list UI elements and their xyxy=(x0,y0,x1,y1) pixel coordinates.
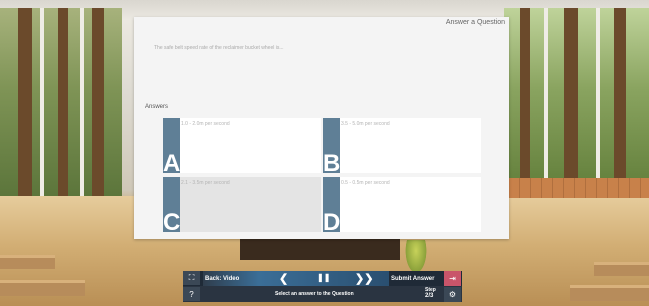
answer-text: 2.1 - 3.5m per second xyxy=(181,180,230,186)
panel-title: Answer a Question xyxy=(445,19,505,26)
bench-right-front xyxy=(570,285,649,301)
answer-letter: A xyxy=(163,150,181,177)
pause-icon[interactable]: ❚❚ xyxy=(317,273,330,282)
answer-text: 3.5 - 5.0m per second xyxy=(341,121,390,127)
answer-option-d[interactable]: D 0.5 - 0.5m per second xyxy=(323,177,481,236)
double-chevron-right-icon[interactable]: ❯❯ xyxy=(355,272,373,285)
submit-button[interactable]: Submit Answer xyxy=(391,276,434,282)
answer-text: 1.0 - 2.0m per second xyxy=(181,121,230,127)
control-bar: ⛶ ? Back: Video ❮ ❚❚ ❯❯ Submit Answer Se… xyxy=(183,271,462,302)
answer-option-a[interactable]: A 1.0 - 2.0m per second xyxy=(163,118,321,177)
answer-letter: B xyxy=(323,150,341,177)
left-window xyxy=(0,8,122,208)
fullscreen-icon[interactable]: ⛶ xyxy=(183,271,200,285)
answer-text: 0.5 - 0.5m per second xyxy=(341,180,390,186)
help-icon[interactable]: ? xyxy=(183,287,200,301)
answer-letter: D xyxy=(323,209,341,236)
back-button[interactable]: Back: Video xyxy=(205,276,239,282)
answer-option-c[interactable]: C 2.1 - 3.5m per second xyxy=(163,177,321,236)
gear-icon[interactable]: ⚙ xyxy=(444,287,461,302)
exit-icon[interactable]: ⇥ xyxy=(444,271,461,286)
deck xyxy=(509,178,649,198)
status-text: Select an answer to the Question xyxy=(275,291,354,297)
bench-left-front xyxy=(0,280,85,296)
bench-right xyxy=(594,262,649,276)
answer-option-b[interactable]: B 3.5 - 5.0m per second xyxy=(323,118,481,177)
answers-heading: Answers xyxy=(145,104,169,110)
question-text: The safe belt speed rate of the reclaime… xyxy=(154,45,284,51)
answer-letter: C xyxy=(163,209,181,236)
question-panel: Answer a Question The safe belt speed ra… xyxy=(134,17,509,239)
step-counter: 2/3 xyxy=(425,293,434,299)
bench-left xyxy=(0,255,55,269)
chevron-left-icon[interactable]: ❮ xyxy=(279,272,288,285)
